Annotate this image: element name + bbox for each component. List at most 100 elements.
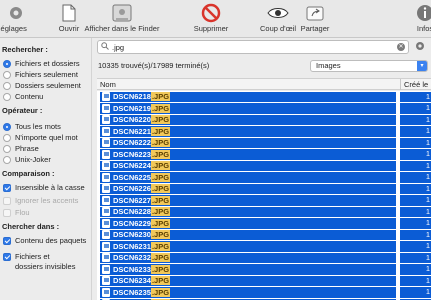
reglages-label: Réglages (0, 24, 27, 33)
table-row[interactable]: DSCN6225 .JPG 1 (97, 172, 431, 184)
name-cell[interactable]: DSCN6223 .JPG (100, 149, 396, 160)
name-cell[interactable]: DSCN6219 .JPG (100, 103, 396, 114)
file-name: DSCN6231 (113, 241, 151, 251)
partager-label: Partager (300, 24, 330, 33)
filter-select[interactable]: Images ▾ (310, 60, 428, 72)
name-cell[interactable]: DSCN6230 .JPG (100, 229, 396, 240)
table-row[interactable]: DSCN6219 .JPG 1 (97, 103, 431, 115)
clear-icon[interactable]: ✕ (397, 43, 405, 51)
file-image-icon (102, 195, 110, 205)
name-cell[interactable]: DSCN6226 .JPG (100, 183, 396, 194)
file-name: DSCN6228 (113, 207, 151, 217)
created-cell: 1 (400, 103, 431, 114)
name-cell[interactable]: DSCN6227 .JPG (100, 195, 396, 206)
eye-icon (267, 3, 289, 23)
radio-nimporte-quel-mot[interactable]: N'importe quel mot (3, 133, 78, 142)
name-cell[interactable]: DSCN6235 .JPG (100, 287, 396, 298)
name-cell[interactable]: DSCN6229 .JPG (100, 218, 396, 229)
name-cell[interactable]: DSCN6232 .JPG (100, 252, 396, 263)
share-icon (306, 3, 324, 23)
file-name: DSCN6235 (113, 287, 151, 297)
table-row[interactable]: DSCN6235 .JPG 1 (97, 287, 431, 299)
afficher-finder-button[interactable]: Afficher dans le Finder (85, 0, 159, 38)
file-image-icon (102, 138, 110, 148)
created-cell: 1 (400, 172, 431, 183)
table-row[interactable]: DSCN6230 .JPG 1 (97, 229, 431, 241)
column-separator[interactable] (400, 79, 401, 90)
table-row[interactable]: DSCN6223 .JPG 1 (97, 149, 431, 161)
table-row[interactable]: DSCN6231 .JPG 1 (97, 241, 431, 253)
column-header-cree-le[interactable]: Créé le (404, 80, 428, 89)
checkbox-ignorer-accents[interactable]: Ignorer les accents (3, 196, 78, 205)
table-row[interactable]: DSCN6222 .JPG 1 (97, 137, 431, 149)
search-icon (101, 42, 109, 52)
created-cell: 1 (400, 195, 431, 206)
ouvrir-button[interactable]: Ouvrir (56, 0, 82, 38)
file-name: DSCN6219 (113, 103, 151, 113)
file-image-icon (102, 287, 110, 297)
table-row[interactable]: DSCN6227 .JPG 1 (97, 195, 431, 207)
created-cell: 1 (400, 241, 431, 252)
name-cell[interactable]: DSCN6234 .JPG (100, 275, 396, 286)
name-cell[interactable]: DSCN6224 .JPG (100, 160, 396, 171)
created-cell: 1 (400, 126, 431, 137)
checkbox-contenu-paquets[interactable]: Contenu des paquets (3, 236, 86, 245)
table-row[interactable]: DSCN6228 .JPG 1 (97, 206, 431, 218)
name-cell[interactable]: DSCN6221 .JPG (100, 126, 396, 137)
radio-contenu[interactable]: Contenu (3, 92, 43, 101)
radio-fichiers-dossiers[interactable]: Fichiers et dossiers (3, 59, 80, 68)
search-options-gear-icon[interactable] (414, 40, 426, 54)
coup-oeil-button[interactable]: Coup d'œil (258, 0, 298, 38)
file-name: DSCN6233 (113, 264, 151, 274)
file-image-icon (102, 92, 110, 102)
match-highlight: .JPG (150, 241, 171, 251)
checkbox-flou[interactable]: Flou (3, 208, 30, 217)
name-cell[interactable]: DSCN6228 .JPG (100, 206, 396, 217)
match-highlight: .JPG (150, 195, 171, 205)
search-input[interactable] (112, 42, 382, 52)
checkbox-insensible-casse[interactable]: Insensible à la casse (3, 183, 85, 192)
created-cell: 1 (400, 137, 431, 148)
radio-dossiers-seulement[interactable]: Dossiers seulement (3, 81, 81, 90)
partager-button[interactable]: Partager (299, 0, 331, 38)
table-row[interactable]: DSCN6221 .JPG 1 (97, 126, 431, 138)
file-name: DSCN6230 (113, 230, 151, 240)
radio-indicator (3, 122, 11, 131)
table-row[interactable]: DSCN6218 .JPG 1 (97, 91, 431, 103)
radio-fichiers-seulement[interactable]: Fichiers seulement (3, 70, 78, 79)
created-cell: 1 (400, 206, 431, 217)
reglages-button[interactable]: Réglages (0, 0, 36, 38)
table-row[interactable]: DSCN6229 .JPG 1 (97, 218, 431, 230)
filter-selected-value: Images (316, 61, 341, 70)
search-field[interactable]: ✕ (97, 40, 409, 54)
table-row[interactable]: DSCN6224 .JPG 1 (97, 160, 431, 172)
checkbox-fichiers-invisibles[interactable]: Fichiers et (3, 252, 50, 261)
option-label: Unix-Joker (15, 155, 51, 164)
name-cell[interactable]: DSCN6222 .JPG (100, 137, 396, 148)
supprimer-button[interactable]: Supprimer (191, 0, 231, 38)
radio-phrase[interactable]: Phrase (3, 144, 39, 153)
comparaison-title: Comparaison : (2, 169, 55, 178)
name-cell[interactable]: DSCN6233 .JPG (100, 264, 396, 275)
table-row[interactable]: DSCN6233 .JPG 1 (97, 264, 431, 276)
chevron-down-icon: ▾ (417, 61, 427, 71)
name-cell[interactable]: DSCN6225 .JPG (100, 172, 396, 183)
table-row[interactable]: DSCN6234 .JPG 1 (97, 275, 431, 287)
info-icon (416, 3, 431, 23)
table-row[interactable]: DSCN6220 .JPG 1 (97, 114, 431, 126)
radio-tous-les-mots[interactable]: Tous les mots (3, 122, 61, 131)
file-image-icon (102, 276, 110, 286)
sidebar: Rechercher : Fichiers et dossiers Fichie… (0, 38, 92, 300)
name-cell[interactable]: DSCN6231 .JPG (100, 241, 396, 252)
file-name: DSCN6218 (113, 92, 151, 102)
match-highlight: .JPG (150, 172, 171, 182)
name-cell[interactable]: DSCN6220 .JPG (100, 114, 396, 125)
option-label: Insensible à la casse (15, 183, 85, 192)
name-cell[interactable]: DSCN6218 .JPG (100, 91, 396, 102)
radio-unix-joker[interactable]: Unix-Joker (3, 155, 51, 164)
infos-button[interactable]: Infos (410, 0, 431, 38)
table-row[interactable]: DSCN6226 .JPG 1 (97, 183, 431, 195)
table-row[interactable]: DSCN6232 .JPG 1 (97, 252, 431, 264)
toolbar: Réglages Ouvrir Afficher dans le Finder … (0, 0, 431, 38)
column-header-nom[interactable]: Nom (100, 80, 116, 89)
